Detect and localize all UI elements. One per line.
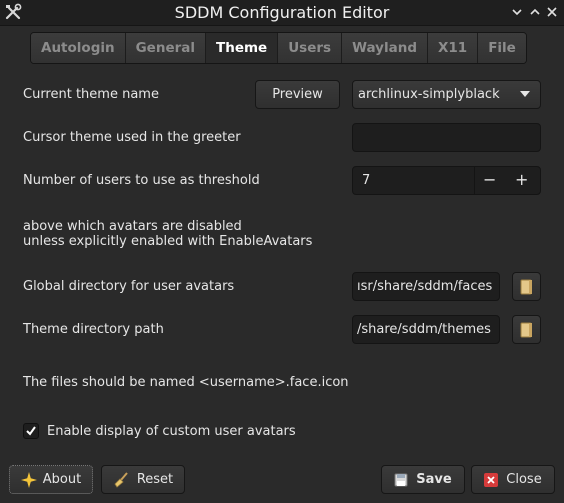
save-button[interactable]: Save — [381, 465, 465, 494]
threshold-label: Number of users to use as threshold — [23, 173, 260, 188]
tab-bar: Autologin General Theme Users Wayland X1… — [30, 32, 527, 64]
minimize-icon[interactable] — [510, 5, 524, 19]
title-bar: SDDM Configuration Editor — [0, 0, 564, 26]
threshold-description-line1: above which avatars are disabled — [23, 219, 242, 234]
threshold-value: 7 — [362, 173, 371, 188]
browse-avatars-button[interactable] — [512, 272, 541, 301]
save-disk-icon — [394, 473, 408, 486]
theme-select-value: archlinux-simplyblack — [358, 87, 500, 102]
preview-button[interactable]: Preview — [255, 80, 340, 109]
close-icon — [484, 472, 499, 487]
folder-icon — [520, 322, 532, 337]
files-note: The files should be named <username>.fac… — [23, 375, 349, 390]
maximize-icon[interactable] — [528, 5, 542, 19]
reset-button[interactable]: Reset — [101, 465, 185, 494]
threshold-description-line2: unless explicitly enabled with EnableAva… — [23, 234, 313, 249]
tab-general[interactable]: General — [125, 33, 206, 63]
threshold-decrement-button[interactable]: − — [483, 170, 496, 189]
close-label: Close — [506, 472, 542, 487]
tab-file[interactable]: File — [478, 33, 526, 63]
theme-dir-label: Theme directory path — [23, 322, 164, 337]
enable-avatars-label: Enable display of custom user avatars — [47, 424, 296, 439]
theme-dir-input[interactable]: /share/sddm/themes — [352, 315, 500, 344]
checkmark-icon — [26, 426, 36, 436]
chevron-down-icon — [520, 91, 530, 97]
close-window-icon[interactable] — [545, 5, 559, 19]
broom-icon — [114, 471, 128, 488]
enable-avatars-checkbox[interactable] — [23, 423, 39, 439]
tab-users[interactable]: Users — [278, 33, 343, 63]
tab-theme[interactable]: Theme — [206, 33, 279, 63]
browse-theme-dir-button[interactable] — [512, 315, 541, 344]
cursor-theme-input[interactable] — [352, 123, 541, 152]
about-label: About — [42, 472, 82, 487]
close-button[interactable]: Close — [471, 465, 555, 494]
current-theme-label: Current theme name — [23, 87, 159, 102]
window-title: SDDM Configuration Editor — [174, 3, 390, 22]
tab-wayland[interactable]: Wayland — [342, 33, 428, 63]
folder-icon — [520, 279, 532, 294]
tab-x11[interactable]: X11 — [427, 33, 479, 63]
sparkle-icon — [20, 471, 37, 488]
threshold-spinbox[interactable]: 7 − + — [352, 166, 541, 195]
save-label: Save — [416, 472, 452, 487]
reset-label: Reset — [136, 472, 174, 487]
spin-divider — [474, 167, 475, 194]
cursor-theme-label: Cursor theme used in the greeter — [23, 130, 241, 145]
avatars-dir-label: Global directory for user avatars — [23, 279, 235, 294]
avatars-dir-input[interactable]: ısr/share/sddm/faces — [352, 272, 500, 301]
threshold-increment-button[interactable]: + — [515, 170, 528, 189]
theme-select[interactable]: archlinux-simplyblack — [352, 80, 541, 109]
tab-autologin[interactable]: Autologin — [31, 33, 126, 63]
about-button[interactable]: About — [9, 465, 93, 494]
